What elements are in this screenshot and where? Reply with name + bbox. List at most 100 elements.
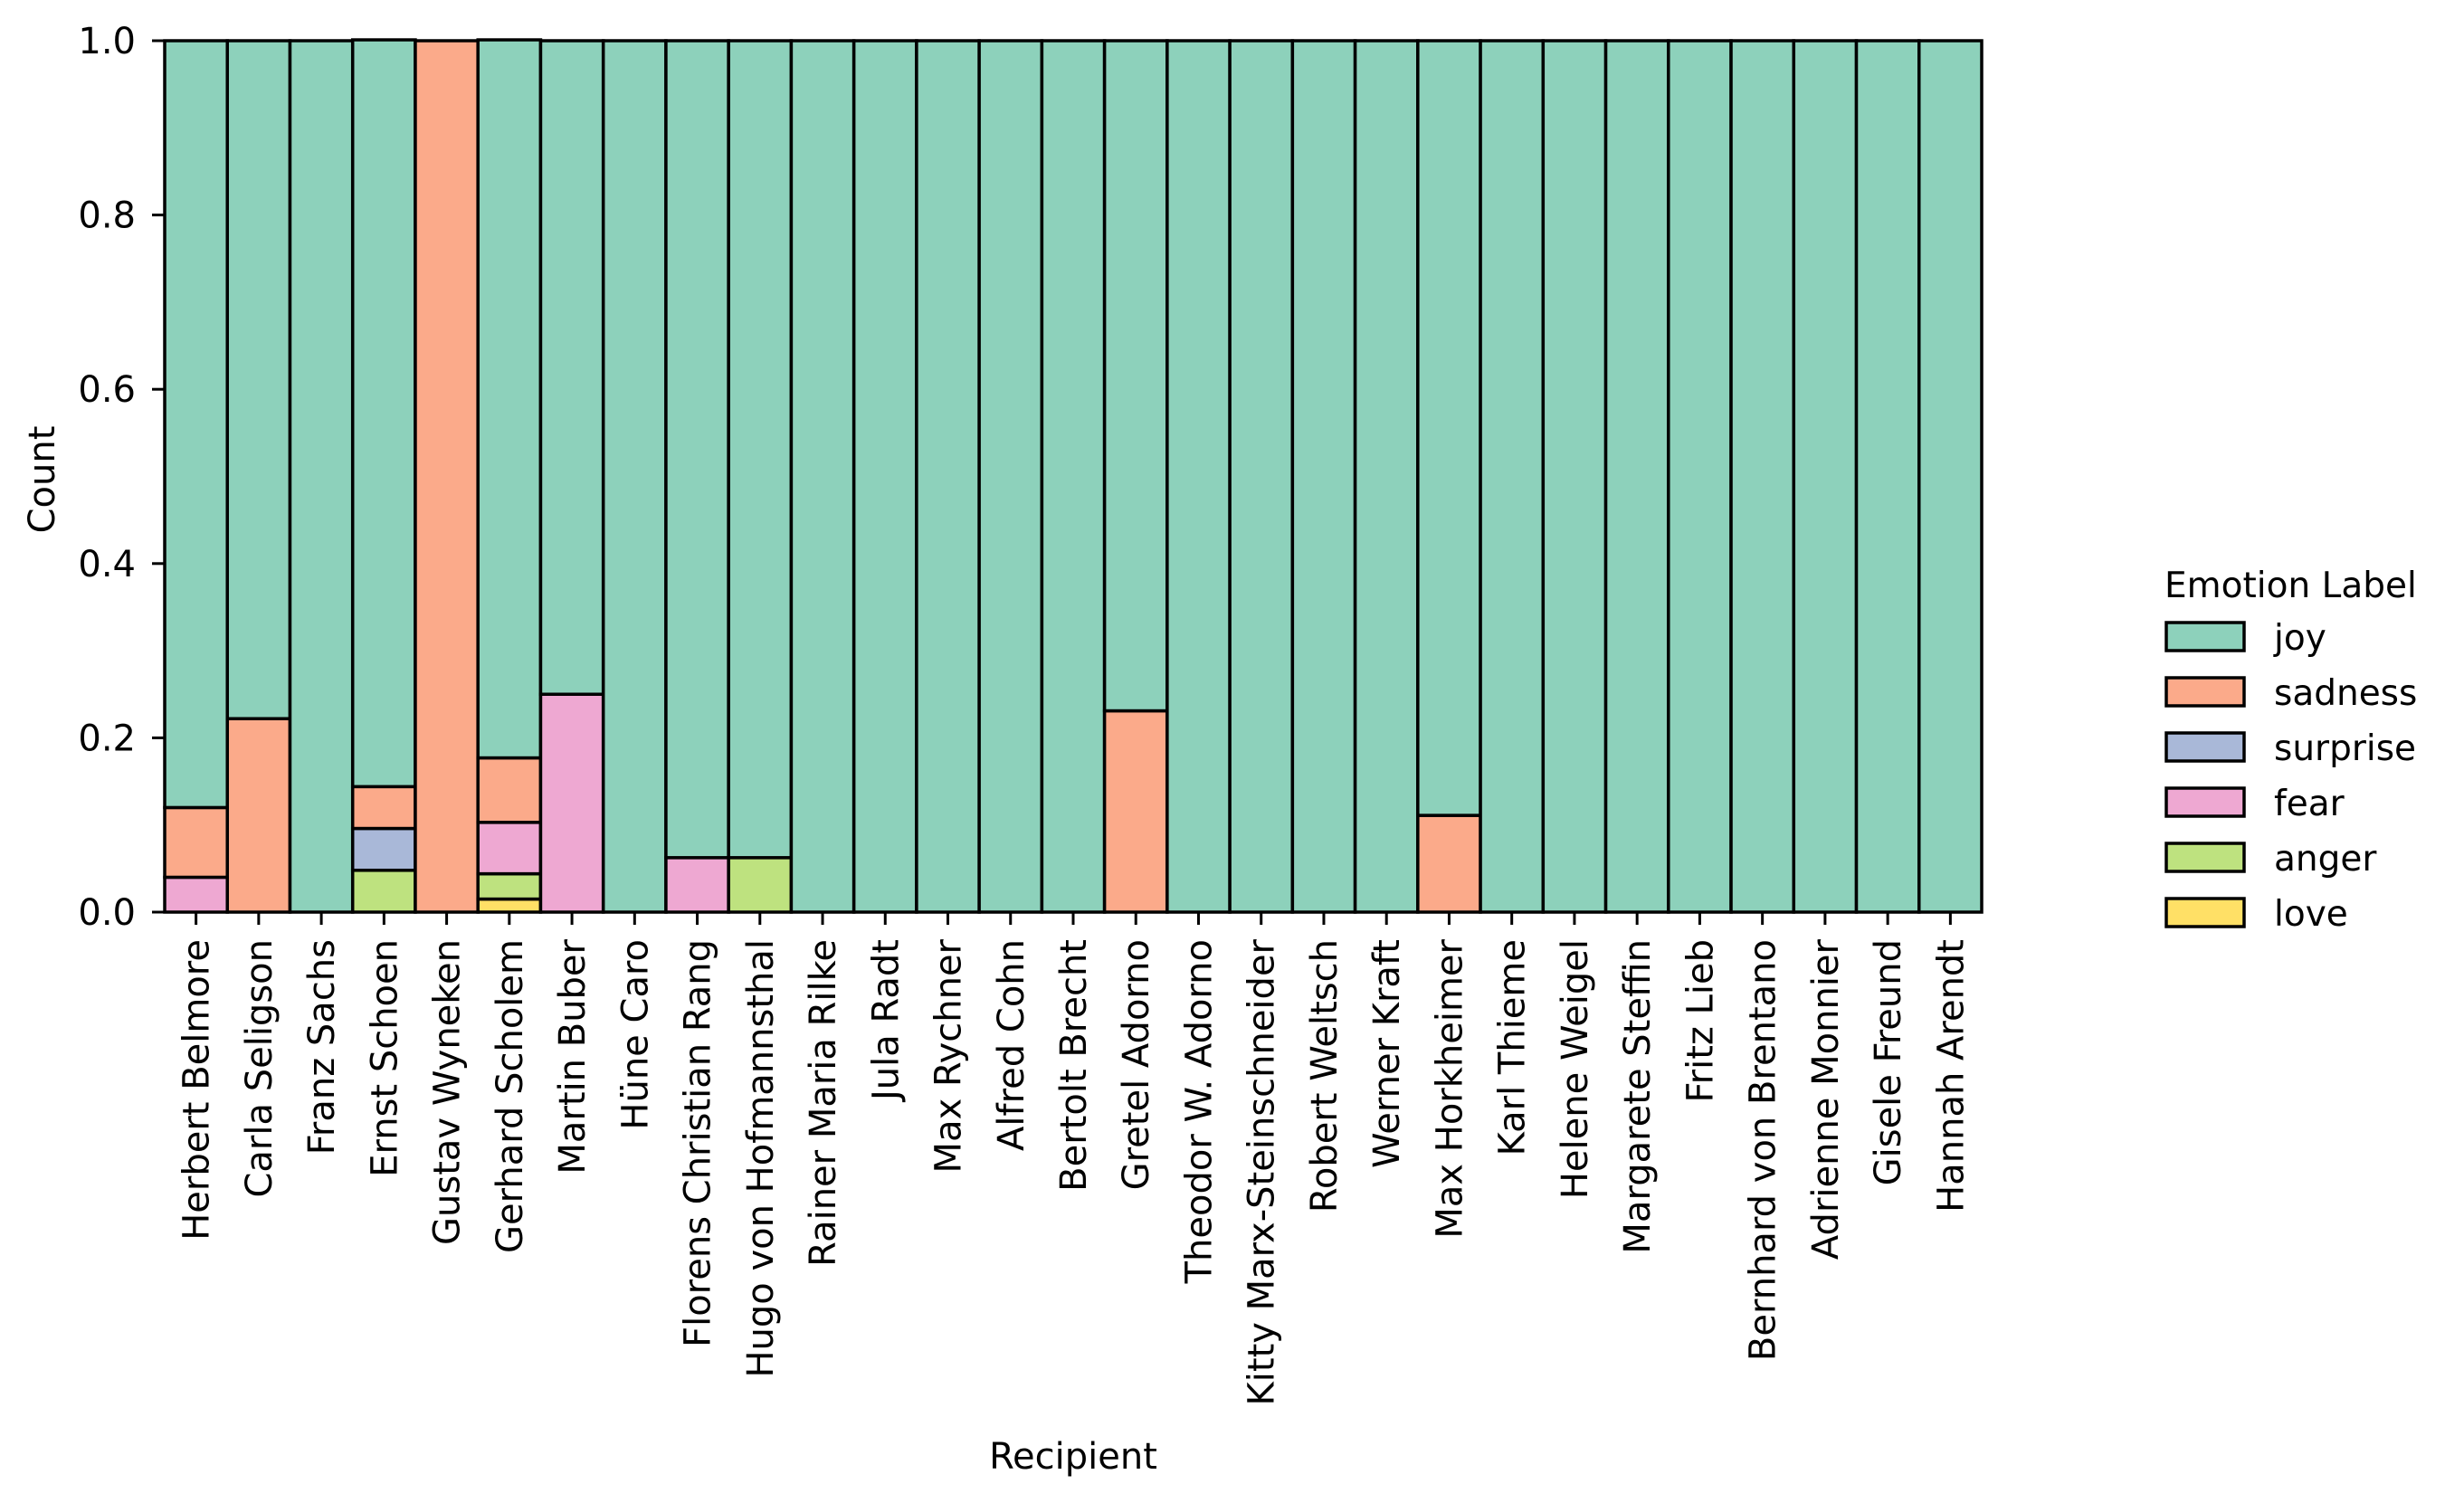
bar-segment-joy — [789, 39, 856, 914]
bar-segment-sadness — [225, 717, 292, 914]
bar-segment-fear — [476, 821, 543, 876]
x-tick-label: Florens Christian Rang — [678, 939, 719, 1347]
bar-stack — [1165, 39, 1232, 914]
legend-label: anger — [2274, 839, 2377, 880]
bar-segment-joy — [1416, 39, 1482, 817]
bar-stack — [1603, 39, 1670, 914]
bar-segment-sadness — [1102, 709, 1169, 914]
bar-stack — [915, 39, 981, 914]
bar-stack — [1667, 39, 1733, 914]
x-tick-label: Franz Sachs — [301, 939, 343, 1155]
bar-stack — [1040, 39, 1107, 914]
x-tick-label: Theodor W. Adorno — [1178, 939, 1220, 1284]
bar-stack — [664, 39, 730, 914]
bar-stack — [1854, 39, 1921, 914]
legend-item-fear: fear — [2164, 784, 2345, 824]
y-tick-label: 0.6 — [78, 369, 136, 411]
bar-stack — [601, 39, 668, 914]
bar-segment-sadness — [163, 805, 229, 880]
bar-segment-sadness — [476, 756, 543, 824]
legend-label: love — [2274, 894, 2348, 935]
bar-stack — [350, 38, 417, 914]
x-tick-label: Carla Seligson — [239, 939, 281, 1198]
x-tick-label: Bertolt Brecht — [1053, 939, 1095, 1192]
legend-label: joy — [2273, 618, 2326, 659]
x-tick-label: Robert Weltsch — [1304, 939, 1346, 1213]
y-tick-label: 0.0 — [78, 892, 136, 934]
y-tick-label: 0.8 — [78, 195, 136, 237]
bar-segment-fear — [163, 875, 229, 914]
x-axis: Herbert Belmore Carla Seligson Franz Sachs… — [164, 910, 1983, 1405]
bars-layer — [163, 38, 1984, 914]
bar-segment-sadness — [350, 785, 417, 831]
bar-segment-joy — [1917, 39, 1984, 914]
legend-swatch-surprise — [2164, 731, 2246, 763]
x-tick-label: Gerhard Scholem — [490, 939, 531, 1253]
bar-segment-joy — [225, 39, 292, 720]
bar-segment-joy — [727, 39, 794, 860]
bar-segment-joy — [538, 39, 605, 696]
bar-stack — [1416, 39, 1482, 914]
bar-segment-anger — [727, 856, 794, 914]
bar-segment-surprise — [350, 826, 417, 872]
bar-stack — [1290, 39, 1357, 914]
x-tick-label: Jula Radt — [865, 939, 907, 1103]
bar-segment-joy — [1102, 39, 1169, 713]
bar-segment-anger — [350, 869, 417, 914]
legend: Emotion Label joy sadness surprise fear ange… — [2164, 566, 2417, 935]
bar-segment-joy — [476, 38, 543, 760]
bar-segment-joy — [915, 39, 981, 914]
x-tick-label: Max Rychner — [928, 938, 970, 1173]
bar-stack — [1729, 39, 1796, 914]
bar-stack — [538, 39, 605, 914]
x-tick-label: Hüne Caro — [614, 939, 656, 1130]
legend-swatch-love — [2164, 897, 2246, 928]
x-tick-label: Gisele Freund — [1868, 939, 1909, 1185]
bar-segment-joy — [664, 39, 730, 860]
x-tick-label: Martin Buber — [552, 938, 594, 1174]
bar-segment-joy — [977, 39, 1044, 914]
x-tick-label: Rainer Maria Rilke — [803, 939, 844, 1267]
bar-stack — [789, 39, 856, 914]
bar-segment-joy — [1729, 39, 1796, 914]
bar-segment-love — [476, 897, 543, 914]
bar-stack — [977, 39, 1044, 914]
bar-stack — [288, 39, 355, 914]
stacked-bar-chart: 0.0 0.2 0.4 0.6 0.8 1.0 Herbert Belmore Carla … — [22, 21, 2417, 1478]
x-tick-label: Karl Thieme — [1492, 939, 1534, 1156]
x-tick-label: Max Horkheimer — [1429, 938, 1470, 1238]
bar-segment-fear — [538, 692, 605, 914]
x-tick-label: Gretel Adorno — [1116, 939, 1157, 1190]
bar-stack — [1541, 39, 1608, 914]
bar-segment-joy — [1040, 39, 1107, 914]
x-tick-label: Gustav Wyneken — [427, 939, 469, 1245]
bar-segment-joy — [1479, 39, 1546, 914]
bar-segment-joy — [1854, 39, 1921, 914]
bar-stack — [163, 39, 229, 914]
bar-segment-sadness — [1416, 813, 1482, 914]
bar-stack — [851, 39, 918, 914]
y-tick-label: 0.4 — [78, 544, 136, 585]
x-tick-label: Margarete Steffin — [1617, 939, 1659, 1254]
x-tick-label: Ernst Schoen — [364, 939, 405, 1177]
x-tick-label: Bernhard von Brentano — [1743, 939, 1784, 1361]
bar-segment-joy — [1353, 39, 1420, 914]
bar-segment-joy — [1603, 39, 1670, 914]
legend-swatch-fear — [2164, 786, 2246, 818]
x-tick-label: Hugo von Hofmannsthal — [740, 939, 782, 1378]
x-tick-label: Helene Weigel — [1555, 939, 1596, 1199]
y-axis: 0.0 0.2 0.4 0.6 0.8 1.0 — [78, 21, 166, 934]
x-tick-label: Adrienne Monnier — [1805, 938, 1847, 1260]
bar-segment-joy — [288, 39, 355, 914]
legend-item-sadness: sadness — [2164, 673, 2417, 714]
bar-segment-fear — [664, 856, 730, 914]
bar-segment-joy — [1792, 39, 1859, 914]
bar-segment-joy — [1228, 39, 1295, 914]
bar-stack — [476, 38, 543, 914]
bar-segment-joy — [1165, 39, 1232, 914]
bar-stack — [1792, 39, 1859, 914]
legend-item-surprise: surprise — [2164, 728, 2416, 769]
bar-stack — [414, 39, 480, 914]
legend-item-anger: anger — [2164, 839, 2377, 880]
legend-label: fear — [2274, 784, 2345, 824]
